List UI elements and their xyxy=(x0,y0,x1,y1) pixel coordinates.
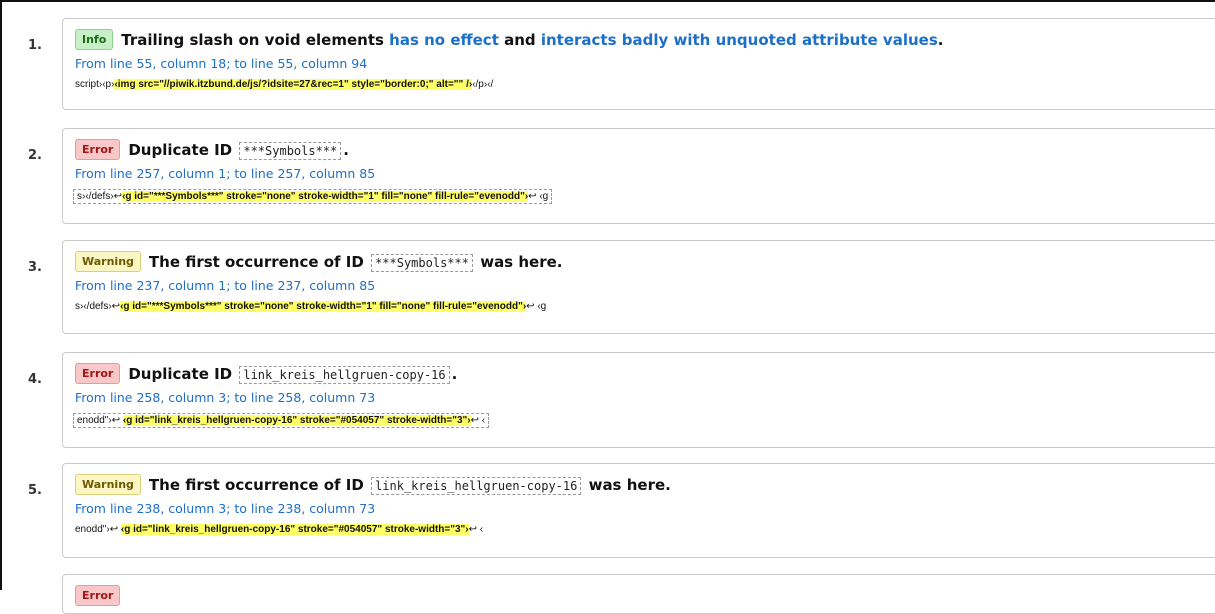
message-link[interactable]: has no effect xyxy=(389,31,499,49)
extract-highlight: ‹img src="//piwik.itzbund.de/js/?idsite=… xyxy=(114,79,473,90)
message-number: 4. xyxy=(28,372,42,387)
message-card: Error Duplicate ID ***Symbols***. From lin… xyxy=(62,128,1215,224)
extract-before: s›‹/defs›↩ xyxy=(75,301,121,312)
message-text-part: The first occurrence of ID xyxy=(148,253,370,271)
extract-before: script›‹p› xyxy=(75,79,115,90)
source-extract: script›‹p›‹img src="//piwik.itzbund.de/j… xyxy=(75,79,493,90)
message-text-part: and xyxy=(498,31,541,49)
message-link[interactable]: interacts badly with unquoted attribute … xyxy=(541,31,938,49)
source-extract: s›‹/defs›↩‹g id="***Symbols***" stroke="… xyxy=(73,189,553,204)
source-location[interactable]: From line 55, column 18; to line 55, col… xyxy=(75,56,367,71)
error-badge: Error xyxy=(75,363,121,384)
extract-highlight: ‹g id="link_kreis_hellgruen-copy-16" str… xyxy=(120,524,469,535)
message-text: Duplicate ID link_kreis_hellgruen-copy-1… xyxy=(128,365,458,384)
message-card: Warning The first occurrence of ID ***Sym… xyxy=(62,240,1215,334)
message-heading: Info Trailing slash on void elements has … xyxy=(75,29,943,50)
source-extract: s›‹/defs›↩‹g id="***Symbols***" stroke="… xyxy=(75,301,546,312)
message-number: 5. xyxy=(28,483,42,498)
message-text: Duplicate ID ***Symbols***. xyxy=(128,141,349,160)
extract-after: ‹/p›‹/ xyxy=(472,79,494,90)
message-heading: Error Duplicate ID ***Symbols***. xyxy=(75,139,349,160)
element-id-code: ***Symbols*** xyxy=(371,254,473,272)
error-badge: Error xyxy=(75,585,121,606)
extract-highlight: ‹g id="link_kreis_hellgruen-copy-16" str… xyxy=(122,415,471,426)
source-location[interactable]: From line 258, column 3; to line 258, co… xyxy=(75,390,375,405)
message-heading: Error Duplicate ID link_kreis_hellgruen-c… xyxy=(75,363,457,384)
message-card: Error Duplicate ID link_kreis_hellgruen-c… xyxy=(62,352,1215,448)
source-location[interactable]: From line 257, column 1; to line 257, co… xyxy=(75,166,375,181)
extract-after: ↩ ‹g xyxy=(528,191,549,202)
info-badge: Info xyxy=(75,29,114,50)
message-text-part: Duplicate ID xyxy=(128,365,238,383)
message-card: Warning The first occurrence of ID link_k… xyxy=(62,463,1215,558)
source-location[interactable]: From line 238, column 3; to line 238, co… xyxy=(75,501,375,516)
message-text: Trailing slash on void elements has no e… xyxy=(121,31,943,49)
extract-highlight: ‹g id="***Symbols***" stroke="none" stro… xyxy=(120,301,527,312)
message-text-part: . xyxy=(343,141,349,159)
message-text-part: Duplicate ID xyxy=(128,141,238,159)
extract-before: enodd"›↩ xyxy=(77,415,123,426)
message-text-part: was here. xyxy=(474,253,563,271)
message-text-part: was here. xyxy=(583,476,671,494)
message-card: Info Trailing slash on void elements has … xyxy=(62,18,1215,110)
error-badge: Error xyxy=(75,139,121,160)
extract-before: s›‹/defs›↩ xyxy=(77,191,123,202)
message-card: Error xyxy=(62,574,1215,614)
warning-badge: Warning xyxy=(75,474,141,495)
extract-after: ↩ ‹g xyxy=(526,301,547,312)
extract-highlight: ‹g id="***Symbols***" stroke="none" stro… xyxy=(122,191,529,202)
message-number: 1. xyxy=(28,38,42,53)
message-text: The first occurrence of ID link_kreis_he… xyxy=(148,476,671,495)
element-id-code: ***Symbols*** xyxy=(239,142,342,160)
element-id-code: link_kreis_hellgruen-copy-16 xyxy=(239,366,450,384)
source-extract: enodd"›↩ ‹g id="link_kreis_hellgruen-cop… xyxy=(73,413,490,428)
extract-before: enodd"›↩ xyxy=(75,524,121,535)
warning-badge: Warning xyxy=(75,251,141,272)
message-text-part: . xyxy=(451,365,458,383)
message-heading: Warning The first occurrence of ID link_k… xyxy=(75,474,671,495)
message-number: 3. xyxy=(28,260,42,275)
message-heading: Warning The first occurrence of ID ***Sym… xyxy=(75,251,562,272)
source-extract: enodd"›↩ ‹g id="link_kreis_hellgruen-cop… xyxy=(75,524,483,535)
message-heading: Error xyxy=(75,585,128,606)
message-text-part: . xyxy=(937,31,944,49)
extract-after: ↩ ‹ xyxy=(468,524,484,535)
source-location[interactable]: From line 237, column 1; to line 237, co… xyxy=(75,278,375,293)
element-id-code: link_kreis_hellgruen-copy-16 xyxy=(371,477,582,495)
message-number: 2. xyxy=(28,148,42,163)
message-text: The first occurrence of ID ***Symbols***… xyxy=(148,253,563,272)
message-text-part: The first occurrence of ID xyxy=(148,476,370,494)
extract-after: ↩ ‹ xyxy=(470,415,486,426)
message-text-part: Trailing slash on void elements xyxy=(121,31,390,49)
